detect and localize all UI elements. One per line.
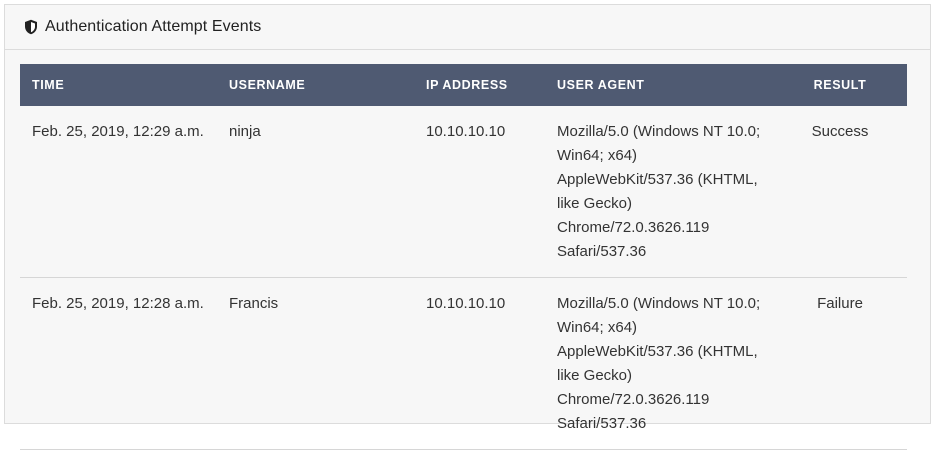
cell-user-agent: Mozilla/5.0 (Windows NT 10.0; Win64; x64… — [545, 277, 773, 450]
auth-events-table: TIME USERNAME IP ADDRESS USER AGENT RESU… — [20, 64, 907, 450]
panel-header: Authentication Attempt Events — [5, 5, 930, 50]
panel-title: Authentication Attempt Events — [45, 18, 262, 35]
column-header-result[interactable]: RESULT — [773, 64, 907, 106]
cell-result: Failure — [773, 277, 907, 450]
column-header-ip-address[interactable]: IP ADDRESS — [414, 64, 545, 106]
cell-username: Francis — [217, 277, 414, 450]
shield-icon — [23, 19, 39, 36]
cell-ip-address: 10.10.10.10 — [414, 277, 545, 450]
cell-ip-address: 10.10.10.10 — [414, 106, 545, 278]
column-header-user-agent[interactable]: USER AGENT — [545, 64, 773, 106]
column-header-time[interactable]: TIME — [20, 64, 217, 106]
table-row: Feb. 25, 2019, 12:29 a.m. ninja 10.10.10… — [20, 106, 907, 278]
table-header-row: TIME USERNAME IP ADDRESS USER AGENT RESU… — [20, 64, 907, 106]
cell-time: Feb. 25, 2019, 12:28 a.m. — [20, 277, 217, 450]
cell-time: Feb. 25, 2019, 12:29 a.m. — [20, 106, 217, 278]
cell-user-agent: Mozilla/5.0 (Windows NT 10.0; Win64; x64… — [545, 106, 773, 278]
cell-result: Success — [773, 106, 907, 278]
column-header-username[interactable]: USERNAME — [217, 64, 414, 106]
cell-username: ninja — [217, 106, 414, 278]
table-row: Feb. 25, 2019, 12:28 a.m. Francis 10.10.… — [20, 277, 907, 450]
